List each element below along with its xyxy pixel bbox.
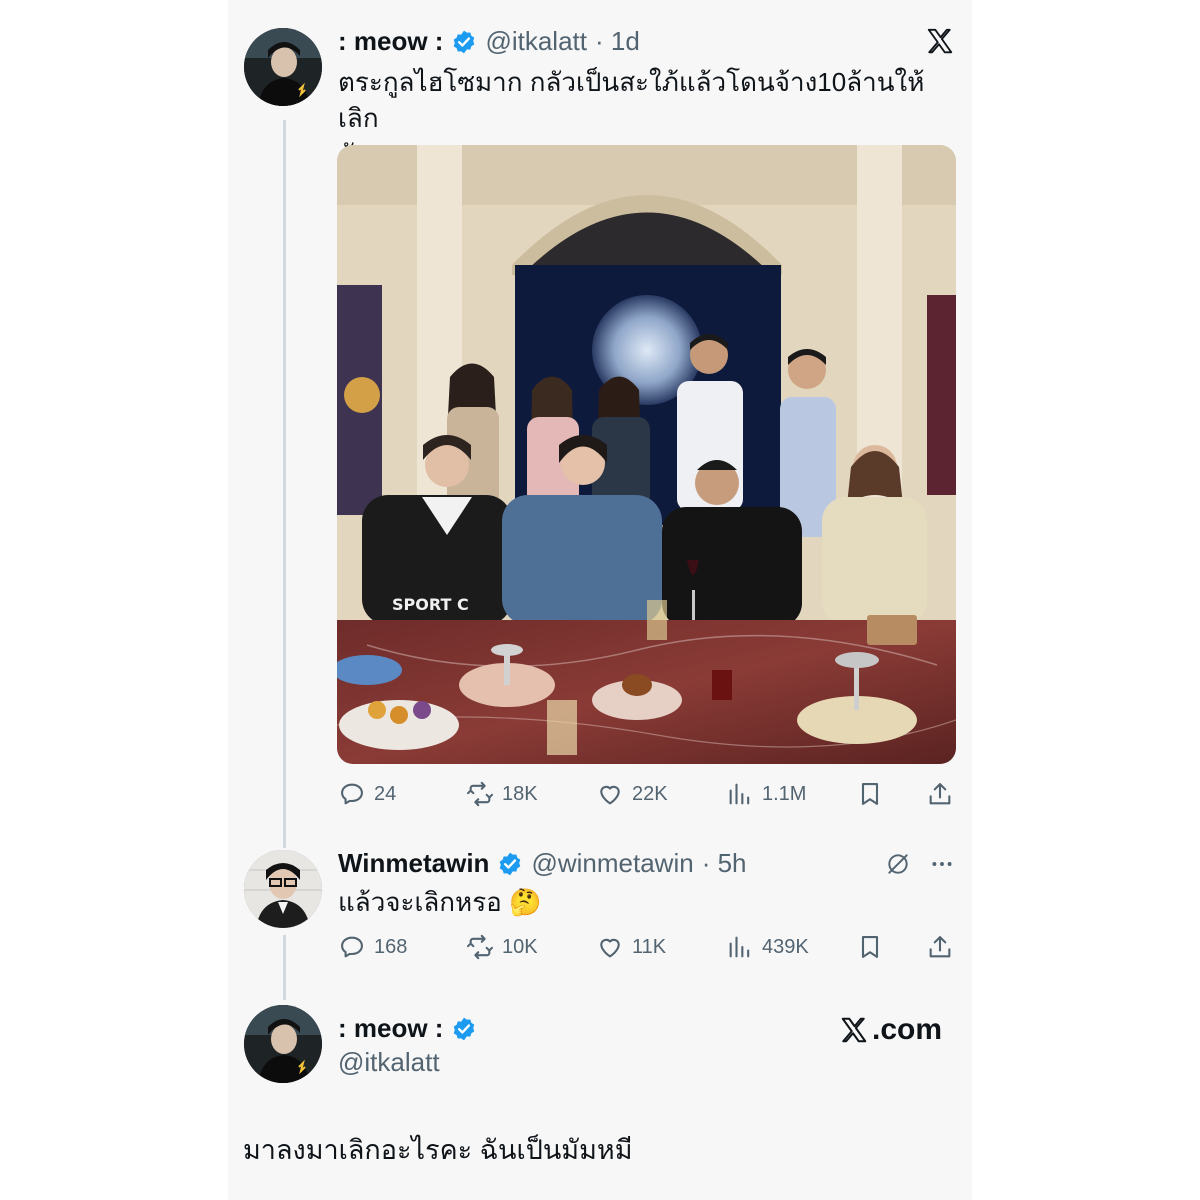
bookmark-button[interactable] (856, 774, 884, 814)
reply-button[interactable]: 24 (338, 774, 396, 814)
display-name[interactable]: Winmetawin (338, 848, 489, 879)
footer-name-row: : meow : (338, 1013, 477, 1044)
avatar-itkalatt-footer[interactable] (244, 1005, 322, 1083)
share-button[interactable] (926, 774, 954, 814)
reply-tweet-header: Winmetawin @winmetawin · 5h (338, 848, 747, 879)
x-logo-icon (841, 1017, 867, 1043)
reply-tweet-actions: 168 10K 11K 439K (338, 927, 958, 967)
display-name[interactable]: : meow : (338, 26, 443, 57)
bookmark-icon (861, 783, 879, 805)
views-button[interactable]: 1.1M (726, 774, 806, 814)
main-tweet-header: : meow : @itkalatt · 1d (338, 26, 640, 57)
share-icon (929, 936, 951, 958)
grok-icon[interactable] (885, 851, 911, 877)
views-count: 1.1M (762, 782, 807, 805)
verified-icon (497, 851, 523, 877)
like-button[interactable]: 22K (596, 774, 668, 814)
handle[interactable]: @itkalatt (338, 1047, 440, 1078)
tweet-text-line-1: ตระกูลไฮโซมาก กลัวเป็นสะใภ้แล้วโดนจ้าง10… (338, 67, 925, 133)
timestamp[interactable]: · 1d (595, 26, 640, 57)
avatar-winmetawin[interactable] (244, 850, 322, 928)
avatar-itkalatt[interactable] (244, 28, 322, 106)
repost-icon (466, 781, 494, 807)
svg-text:SPORT C: SPORT C (392, 595, 469, 614)
repost-count: 18K (502, 782, 538, 805)
bookmark-button[interactable] (856, 927, 884, 967)
x-logo-icon[interactable] (925, 26, 955, 56)
more-icon[interactable] (929, 851, 955, 877)
like-count: 11K (632, 935, 667, 958)
repost-count: 10K (502, 935, 538, 958)
repost-button[interactable]: 18K (466, 774, 538, 814)
reply-icon (341, 936, 363, 958)
handle[interactable]: @winmetawin (531, 848, 693, 879)
reply-count: 24 (374, 782, 397, 805)
views-button[interactable]: 439K (726, 927, 809, 967)
bookmark-icon (861, 936, 879, 958)
repost-button[interactable]: 10K (466, 927, 538, 967)
views-icon (729, 783, 750, 805)
reply-count: 168 (374, 935, 408, 958)
share-button[interactable] (926, 927, 954, 967)
share-icon (929, 783, 951, 805)
reply-tweet-text: แล้วจะเลิกหรอ 🤔 (338, 887, 542, 917)
timestamp[interactable]: · 5h (702, 848, 747, 879)
handle[interactable]: @itkalatt (485, 26, 587, 57)
views-count: 439K (762, 935, 809, 958)
views-icon (729, 936, 750, 958)
footer-text: มาลงมาเลิกอะไรคะ ฉันเป็นมัมหมี (243, 1135, 633, 1165)
like-count: 22K (632, 782, 668, 805)
tweet-photo[interactable]: SPORT C (337, 145, 956, 764)
x-com-link[interactable]: .com (838, 1013, 942, 1047)
main-tweet-actions: 24 18K 22K 1.1M (338, 774, 958, 814)
verified-icon (451, 1016, 477, 1042)
display-name[interactable]: : meow : (338, 1013, 443, 1044)
like-button[interactable]: 11K (596, 927, 666, 967)
repost-icon (466, 934, 494, 960)
thread-line-1 (283, 120, 286, 848)
reply-icon (341, 783, 363, 805)
like-icon (600, 785, 620, 805)
site-label: .com (872, 1013, 943, 1046)
like-icon (600, 938, 620, 958)
reply-button[interactable]: 168 (338, 927, 407, 967)
verified-icon (451, 29, 477, 55)
footer-handle-row: @itkalatt (338, 1047, 440, 1078)
thread-line-2 (283, 935, 286, 1000)
